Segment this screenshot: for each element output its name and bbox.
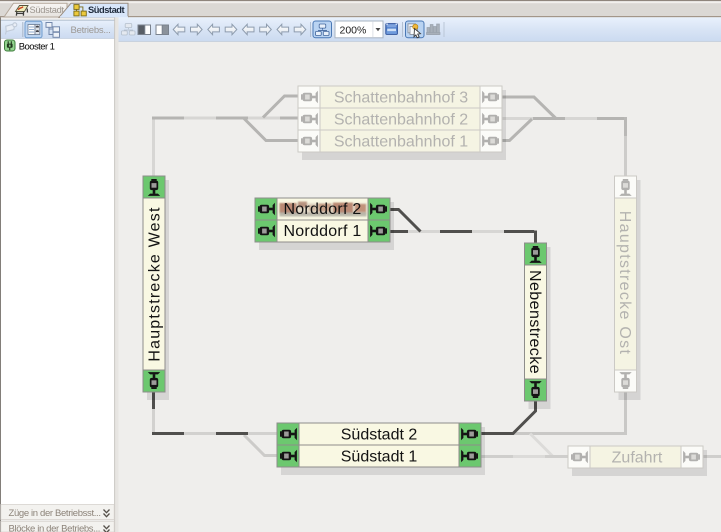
svg-text:Schattenbahnhof 3: Schattenbahnhof 3 xyxy=(334,90,468,107)
svg-text:Schattenbahnhof 2: Schattenbahnhof 2 xyxy=(334,112,468,129)
svg-text:Züge in der Betriebsst...: Züge in der Betriebsst... xyxy=(9,508,101,519)
svg-text:Hauptstrecke West: Hauptstrecke West xyxy=(147,206,164,361)
svg-text:Norddorf 1: Norddorf 1 xyxy=(283,223,361,240)
svg-text:Blöcke in der Betriebs...: Blöcke in der Betriebs... xyxy=(9,524,101,532)
svg-text:Südstadt: Südstadt xyxy=(30,5,65,15)
svg-text:Booster 1: Booster 1 xyxy=(19,41,55,52)
svg-text:Norddorf 2: Norddorf 2 xyxy=(283,201,361,218)
svg-text:Zufahrt: Zufahrt xyxy=(612,450,663,467)
svg-text:Hauptstrecke Ost: Hauptstrecke Ost xyxy=(616,211,633,355)
svg-text:Nebenstrecke: Nebenstrecke xyxy=(526,270,543,374)
svg-text:Schattenbahnhof 1: Schattenbahnhof 1 xyxy=(334,134,468,151)
svg-text:Südstadt 1: Südstadt 1 xyxy=(341,449,418,466)
svg-text:200%: 200% xyxy=(340,25,367,37)
svg-text:Südstadt: Südstadt xyxy=(88,5,125,15)
svg-text:Südstadt 2: Südstadt 2 xyxy=(341,427,418,444)
svg-text:Betriebs...: Betriebs... xyxy=(71,25,111,36)
